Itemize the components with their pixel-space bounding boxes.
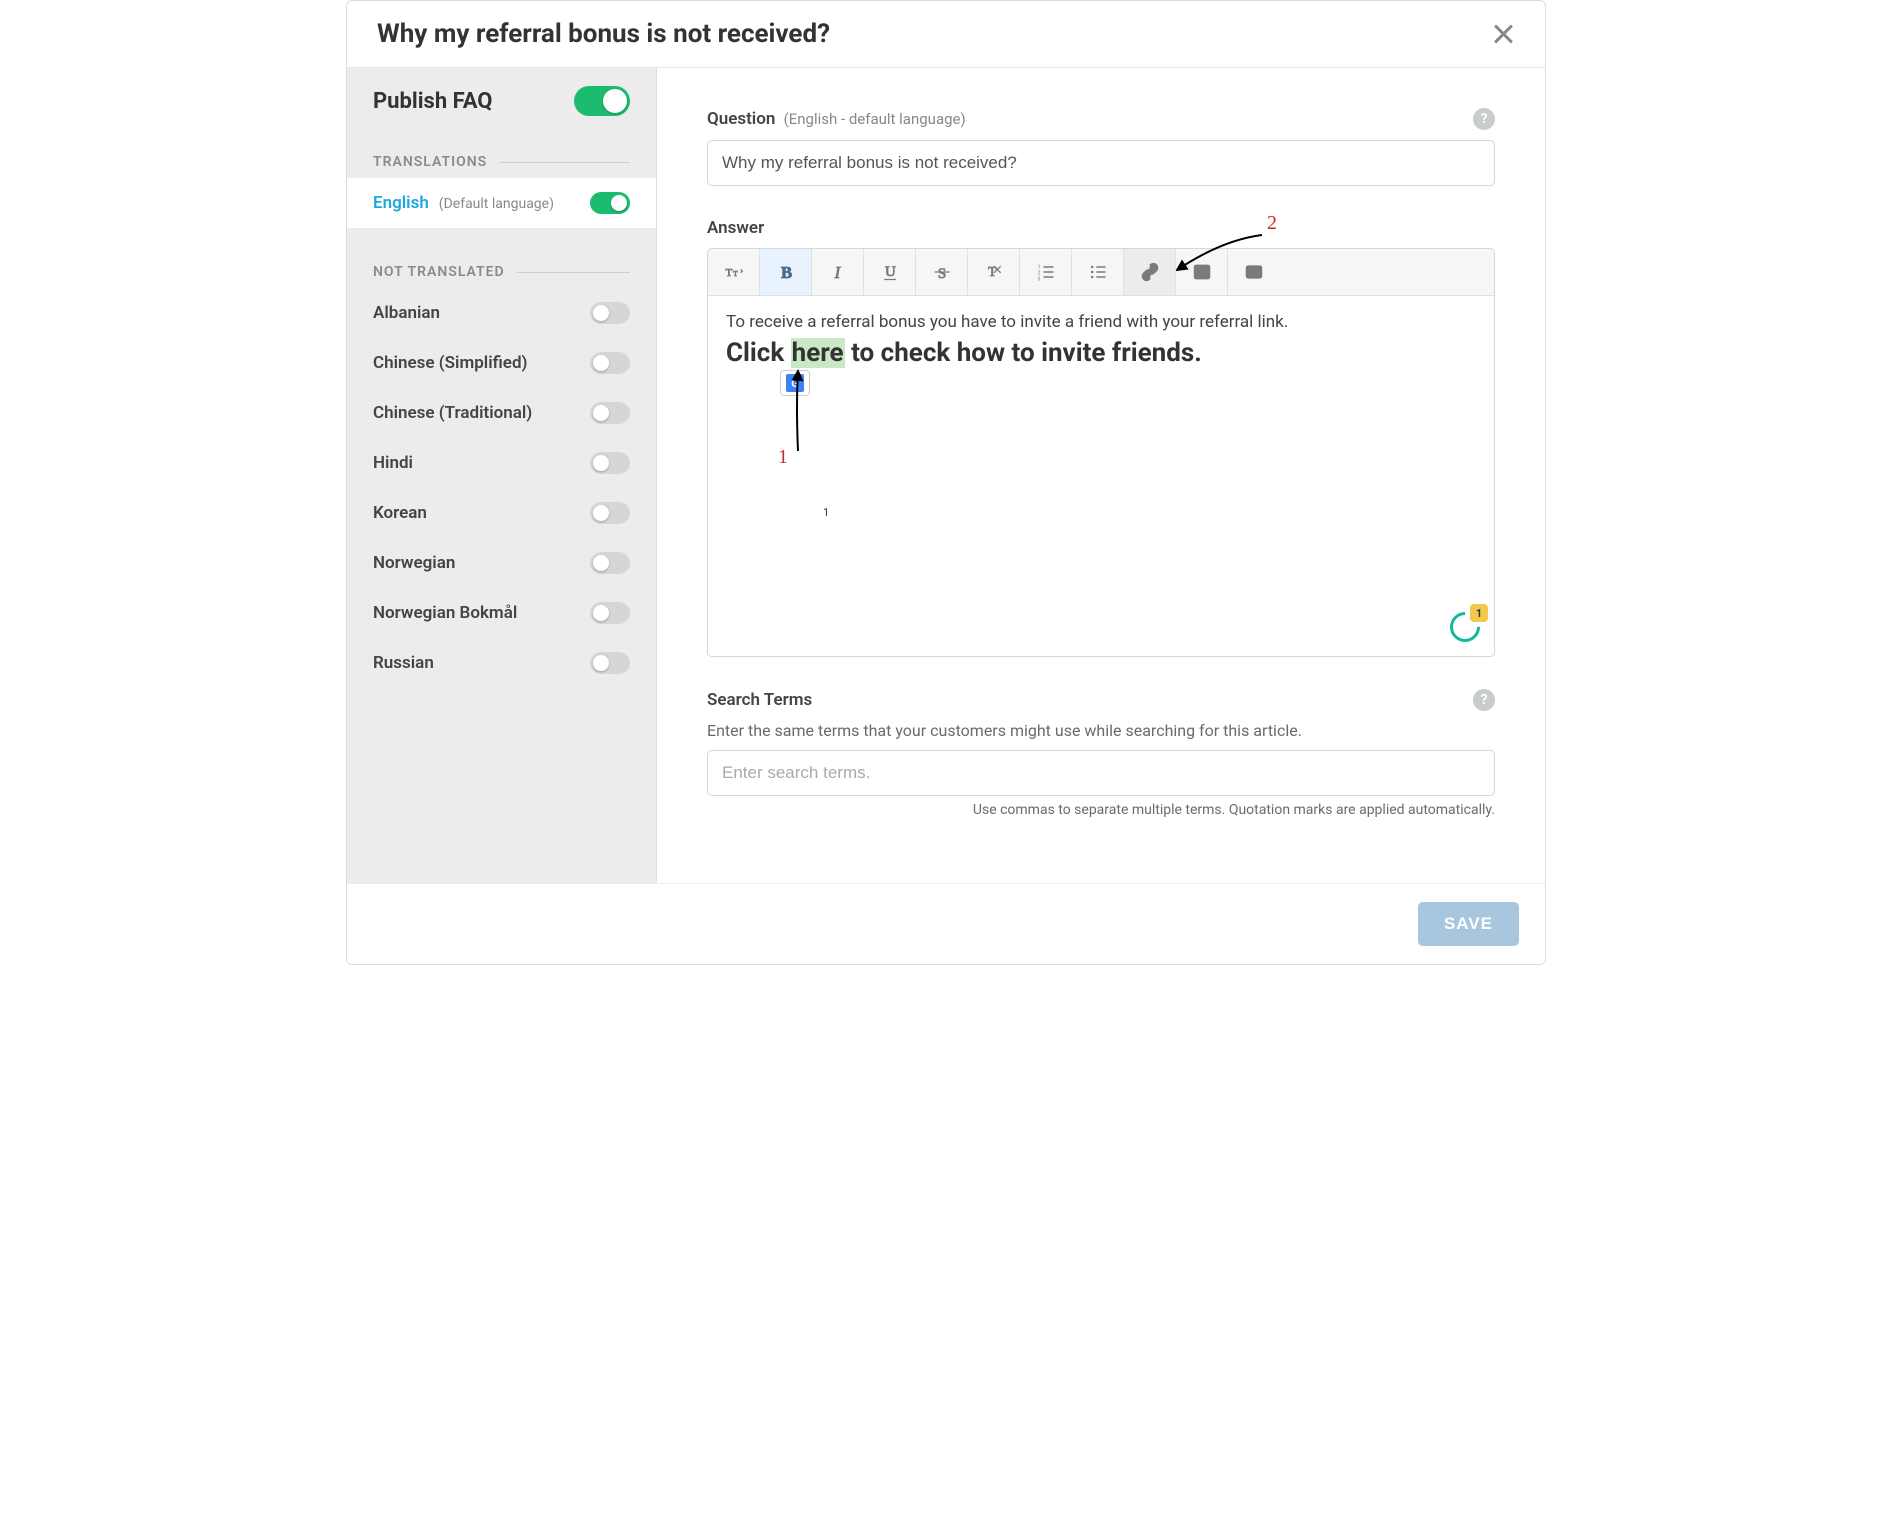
toolbar-ordered-list-icon[interactable]: 123 (1020, 249, 1072, 295)
main-panel: Question (English - default language) ? … (657, 68, 1545, 883)
lang-row-korean[interactable]: Korean (347, 488, 656, 538)
question-help-icon[interactable]: ? (1473, 108, 1495, 130)
modal-header: Why my referral bonus is not received? (347, 1, 1545, 68)
grammarly-icon[interactable]: 1 (1450, 612, 1480, 642)
svg-text:T: T (725, 267, 732, 279)
editor-body[interactable]: To receive a referral bonus you have to … (708, 296, 1494, 656)
toolbar-italic-icon[interactable]: I (812, 249, 864, 295)
lang-name: English (373, 193, 429, 213)
toolbar-video-icon[interactable] (1228, 249, 1280, 295)
toolbar-link-icon[interactable]: Insert Link (⌘K) (1124, 249, 1176, 295)
answer-line2-pre: Click (726, 338, 791, 368)
toolbar-underline-icon[interactable]: U (864, 249, 916, 295)
grammarly-count: 1 (1470, 604, 1488, 622)
google-translate-g: G (786, 374, 804, 392)
editor-toolbar: TT B I U S (708, 249, 1494, 296)
lang-toggle[interactable] (590, 402, 630, 424)
search-hint: Use commas to separate multiple terms. Q… (707, 802, 1495, 818)
toolbar-strikethrough-icon[interactable]: S (916, 249, 968, 295)
lang-toggle[interactable] (590, 302, 630, 324)
answer-line2-highlight: here (791, 338, 845, 368)
lang-name: Korean (373, 503, 427, 523)
svg-text:I: I (833, 263, 841, 282)
lang-row-english[interactable]: English (Default language) (347, 178, 656, 228)
answer-label: Answer (707, 218, 1495, 238)
lang-name: Chinese (Traditional) (373, 403, 532, 423)
answer-line2: Click here to check how to invite friend… (726, 338, 1476, 368)
question-label-row: Question (English - default language) ? (707, 108, 1495, 130)
lang-sub: (Default language) (439, 196, 554, 212)
answer-line2-post: to check how to invite friends. (845, 338, 1202, 368)
search-label: Search Terms (707, 690, 812, 710)
answer-section: Answer 2 TT (707, 218, 1495, 657)
save-button[interactable]: SAVE (1418, 902, 1519, 946)
toolbar-clear-format-icon[interactable]: T (968, 249, 1020, 295)
lang-toggle[interactable] (590, 352, 630, 374)
toolbar-image-icon[interactable] (1176, 249, 1228, 295)
search-terms-input[interactable] (707, 750, 1495, 796)
lang-toggle[interactable] (590, 452, 630, 474)
toolbar-unordered-list-icon[interactable] (1072, 249, 1124, 295)
modal-body: Publish FAQ TRANSLATIONS English (Defaul… (347, 68, 1545, 883)
answer-editor: TT B I U S (707, 248, 1495, 657)
toolbar-bold-icon[interactable]: B (760, 249, 812, 295)
lang-name: Hindi (373, 453, 413, 473)
close-icon[interactable] (1491, 22, 1515, 46)
lang-row-hindi[interactable]: Hindi (347, 438, 656, 488)
svg-text:T: T (733, 269, 738, 278)
translations-header: TRANSLATIONS (347, 140, 656, 178)
svg-text:S: S (937, 266, 945, 282)
lang-name: Norwegian (373, 553, 455, 573)
lang-toggle[interactable] (590, 652, 630, 674)
not-translated-header: NOT TRANSLATED (347, 250, 656, 288)
answer-line1: To receive a referral bonus you have to … (726, 312, 1476, 332)
svg-text:U: U (885, 264, 896, 280)
lang-row-chinese-traditional[interactable]: Chinese (Traditional) (347, 388, 656, 438)
lang-row-albanian[interactable]: Albanian (347, 288, 656, 338)
lang-name: Chinese (Simplified) (373, 353, 527, 373)
svg-text:B: B (781, 263, 792, 282)
modal-title: Why my referral bonus is not received? (377, 19, 830, 49)
question-label-sub: (English - default language) (784, 110, 966, 128)
sidebar: Publish FAQ TRANSLATIONS English (Defaul… (347, 68, 657, 883)
svg-text:3: 3 (1037, 276, 1040, 282)
publish-toggle[interactable] (574, 86, 630, 116)
lang-row-norwegian-bokmal[interactable]: Norwegian Bokmål (347, 588, 656, 638)
question-label: Question (English - default language) (707, 109, 966, 129)
question-label-text: Question (707, 109, 775, 129)
search-help-icon[interactable]: ? (1473, 689, 1495, 711)
search-label-row: Search Terms ? (707, 689, 1495, 711)
lang-name: Norwegian Bokmål (373, 603, 517, 623)
search-terms-section: Search Terms ? Enter the same terms that… (707, 689, 1495, 818)
lang-toggle[interactable] (590, 552, 630, 574)
faq-edit-modal: Why my referral bonus is not received? P… (346, 0, 1546, 965)
lang-row-chinese-simplified[interactable]: Chinese (Simplified) (347, 338, 656, 388)
search-desc: Enter the same terms that your customers… (707, 721, 1495, 740)
modal-footer: SAVE (347, 883, 1545, 964)
lang-name: Russian (373, 653, 434, 673)
lang-toggle-english[interactable] (590, 192, 630, 214)
publish-row: Publish FAQ (347, 68, 656, 140)
lang-toggle[interactable] (590, 502, 630, 524)
stray-glyph: 1 (823, 506, 829, 519)
lang-row-russian[interactable]: Russian (347, 638, 656, 688)
annotation-one: 1 (778, 446, 788, 469)
google-translate-icon[interactable]: G (780, 370, 810, 396)
toolbar-paragraph-style-icon[interactable]: TT (708, 249, 760, 295)
lang-toggle[interactable] (590, 602, 630, 624)
lang-row-norwegian[interactable]: Norwegian (347, 538, 656, 588)
question-input[interactable] (707, 140, 1495, 186)
publish-faq-label: Publish FAQ (373, 89, 492, 114)
lang-name: Albanian (373, 303, 440, 323)
